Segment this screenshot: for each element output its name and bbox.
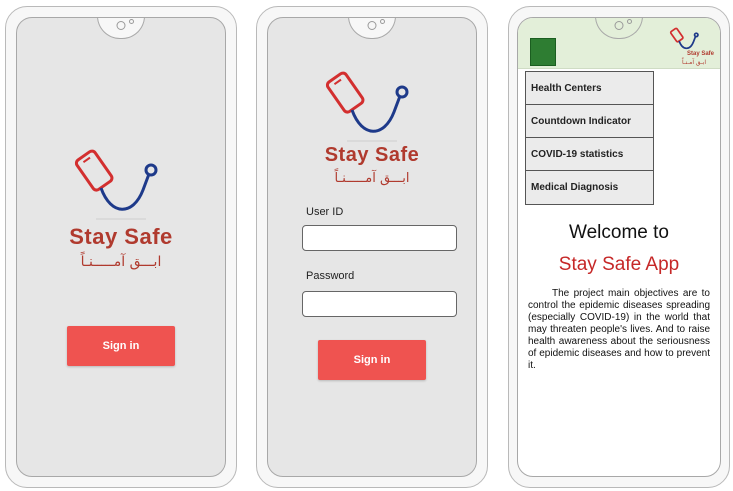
header-arabic-name: ابـق آمـنـاً bbox=[681, 59, 706, 66]
camera-icon bbox=[614, 21, 624, 30]
phone-frame-home: Stay Safe ابـق آمـنـاً Health Centers Co… bbox=[508, 6, 730, 488]
menu-item-health-centers[interactable]: Health Centers bbox=[526, 72, 653, 105]
welcome-heading: Welcome to bbox=[569, 222, 669, 243]
sensor-icon bbox=[380, 19, 385, 24]
navigation-menu: Health Centers Countdown Indicator COVID… bbox=[525, 71, 654, 205]
login-screen: Stay Safe ابـــق آمـــــنـاً User ID Pas… bbox=[267, 17, 477, 477]
brand-arabic-name: ابـــق آمـــــنـاً bbox=[80, 254, 162, 270]
phone-frame-login: Stay Safe ابـــق آمـــــنـاً User ID Pas… bbox=[256, 6, 488, 488]
password-label: Password bbox=[306, 270, 355, 282]
phone-frame-splash: Stay Safe ابـــق آمـــــنـاً Sign in bbox=[5, 6, 237, 488]
brand-arabic-name: ابـــق آمـــــنـاً bbox=[334, 171, 410, 186]
sign-in-button[interactable]: Sign in bbox=[318, 340, 426, 380]
menu-item-covid-statistics[interactable]: COVID-19 statistics bbox=[526, 138, 653, 171]
sign-in-button[interactable]: Sign in bbox=[67, 326, 175, 366]
sensor-icon bbox=[129, 19, 134, 24]
project-description: The project main objectives are to contr… bbox=[528, 288, 710, 371]
home-screen: Stay Safe ابـق آمـنـاً Health Centers Co… bbox=[517, 17, 721, 477]
brand-name: Stay Safe bbox=[69, 224, 173, 249]
header-brand-name: Stay Safe bbox=[686, 51, 714, 57]
header-logo-icon bbox=[669, 27, 699, 50]
menu-item-medical-diagnosis[interactable]: Medical Diagnosis bbox=[526, 171, 653, 204]
password-field[interactable] bbox=[302, 291, 457, 317]
notch bbox=[348, 18, 396, 39]
brand-name: Stay Safe bbox=[324, 144, 420, 166]
camera-icon bbox=[116, 21, 126, 30]
user-id-label: User ID bbox=[306, 206, 344, 218]
menu-item-countdown-indicator[interactable]: Countdown Indicator bbox=[526, 105, 653, 138]
stay-safe-logo-icon bbox=[74, 149, 158, 220]
user-id-field[interactable] bbox=[302, 225, 457, 251]
menu-toggle-button[interactable] bbox=[530, 38, 556, 66]
splash-screen: Stay Safe ابـــق آمـــــنـاً Sign in bbox=[16, 17, 226, 477]
sensor-icon bbox=[627, 19, 632, 24]
stay-safe-logo-icon bbox=[325, 71, 409, 142]
notch bbox=[97, 18, 145, 39]
app-title: Stay Safe App bbox=[558, 254, 680, 275]
camera-icon bbox=[367, 21, 377, 30]
